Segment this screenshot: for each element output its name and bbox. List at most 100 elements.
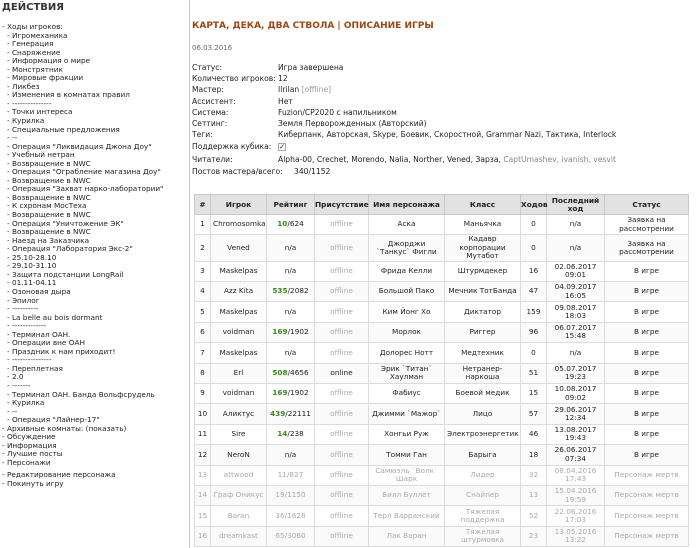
player-link[interactable]: voidman [210, 382, 267, 405]
sidebar-item[interactable]: - Терминал OAH. [2, 331, 187, 340]
sidebar-item[interactable]: - Эпилог [2, 297, 187, 306]
sidebar-item[interactable]: - --------------- [2, 356, 187, 365]
sidebar-item[interactable]: - Архивные комнаты: (показать) [2, 425, 187, 434]
sidebar-item[interactable]: - Операция "Лаборатория Экс-2" [2, 245, 187, 254]
sidebar-item[interactable]: - La belle au bois dormant [2, 314, 187, 323]
sidebar-item[interactable]: - 2.0 [2, 373, 187, 382]
sidebar-item[interactable]: - --------------- [2, 100, 187, 109]
table-row[interactable]: 11 Sire 14/238 offline Хонгьи Руж Электроэнер… [194, 423, 689, 446]
character-link[interactable]: Аска [368, 213, 445, 236]
col-player[interactable]: Игрок [210, 194, 267, 215]
player-link[interactable]: Vened [210, 234, 267, 262]
sidebar-item[interactable]: - Операция "Лайнер-17" [2, 416, 187, 425]
sidebar-item[interactable]: - Игромеханика [2, 32, 187, 41]
sidebar-item[interactable]: - К схронам МосТеха [2, 202, 187, 211]
sidebar-item[interactable]: - Праздник к нам приходит! [2, 348, 187, 357]
player-link[interactable]: Chromosomka [210, 213, 267, 236]
sidebar-item[interactable]: - Информация о мире [2, 57, 187, 66]
character-link[interactable]: Долорес Нотт [368, 342, 445, 364]
table-row[interactable]: 2 Vened n/a offline Джорджи `Танкус` Фигли Ка… [194, 234, 689, 262]
sidebar-item[interactable]: - Операции вне ОАН [2, 339, 187, 348]
table-row[interactable]: 10 Аликтус 439/22111 offline Джимми `Мажор` Л… [194, 403, 689, 425]
sidebar-item[interactable]: - Обсуждение [2, 433, 187, 442]
col-status[interactable]: Статус [604, 194, 689, 215]
sidebar-item[interactable]: - Наезд на Заказчика [2, 237, 187, 246]
sidebar-item[interactable]: - Операция "Ограбление магазина Доу" [2, 168, 187, 177]
player-link[interactable]: Sire [210, 423, 267, 446]
sidebar-item[interactable]: - ------------- [2, 322, 187, 331]
table-row[interactable]: 8 Erl 508/4656 online Эрик `Титан` Хаулман Не… [194, 362, 689, 384]
character-link[interactable]: Хонгьи Руж [368, 423, 445, 446]
character-link[interactable]: Томми Ган [368, 444, 445, 466]
character-link[interactable]: Ким Йонг Хо [368, 301, 445, 323]
character-link[interactable]: Джимми `Мажор` [368, 403, 445, 425]
sidebar-item[interactable]: - Редактирование персонажа [2, 471, 187, 480]
col-presence[interactable]: Присутствие [314, 194, 369, 215]
player-link[interactable]: Erl [210, 362, 267, 384]
player-link[interactable]: voidman [210, 321, 267, 344]
col-character[interactable]: Имя персонажа [368, 194, 445, 215]
character-link[interactable]: Эрик `Титан` Хаулман [368, 362, 445, 384]
sidebar-item[interactable]: - Специальные предложения [2, 126, 187, 135]
sidebar-item[interactable]: - Покинуть игру [2, 480, 187, 489]
table-row[interactable]: 13 attwood 11/827 offline Самюэль `Волк` Шар… [194, 464, 689, 486]
master-link[interactable]: Ilrilan [278, 84, 299, 95]
sidebar-item[interactable]: - Курилка [2, 117, 187, 126]
sidebar-item[interactable]: - -- [2, 134, 187, 143]
player-link[interactable]: Maskelpas [210, 342, 267, 364]
sidebar-item[interactable]: - Возвращение в NWC [2, 228, 187, 237]
col-last-move[interactable]: Последний ход [546, 194, 605, 215]
player-link[interactable]: Граф Оникус [210, 484, 267, 507]
sidebar-item[interactable]: - Персонажи [2, 459, 187, 468]
player-link[interactable]: Аликтус [210, 403, 267, 425]
player-link[interactable]: Maskelpas [210, 260, 267, 283]
sidebar-item[interactable]: - Возвращение в NWC [2, 177, 187, 186]
col-rating[interactable]: Рейтинг [266, 194, 315, 215]
sidebar-item[interactable]: - Защита подстанции LongRail [2, 271, 187, 280]
table-row[interactable]: 1 Chromosomka 10/624 offline Аска Маньячка 0 n/… [194, 213, 689, 236]
sidebar-item[interactable]: - 29.10-31.10 [2, 262, 187, 271]
character-link[interactable]: Фабиус [368, 382, 445, 405]
player-link[interactable]: Azz Kita [210, 280, 267, 303]
player-link[interactable]: attwood [210, 464, 267, 486]
table-row[interactable]: 12 NeroN n/a offline Томми Ган Барыга 18 26.06.… [194, 444, 689, 466]
character-link[interactable]: Билл Буллет [368, 484, 445, 507]
character-link[interactable]: Фрида Келли [368, 260, 445, 283]
sidebar-item[interactable]: - Операция "Ликвидация Джона Доу" [2, 143, 187, 152]
sidebar-item[interactable]: - Ликбез [2, 83, 187, 92]
sidebar-item[interactable]: - Учебный нетран [2, 151, 187, 160]
sidebar-item[interactable]: - Генерация [2, 40, 187, 49]
sidebar-item[interactable]: - Терминал OAH. Банда Вольфсрудель [2, 391, 187, 400]
sidebar-item[interactable]: - ---------- [2, 305, 187, 314]
sidebar-item[interactable]: - 01.11-04.11 [2, 279, 187, 288]
player-link[interactable]: NeroN [210, 444, 267, 466]
sidebar-item[interactable]: - ------- [2, 382, 187, 391]
table-row[interactable]: 7 Maskelpas n/a offline Долорес Нотт Медтехни… [194, 342, 689, 364]
sidebar-item[interactable]: - Лучшие посты [2, 450, 187, 459]
sidebar-item[interactable]: - Операция "Захват нарко-лаборатории" [2, 185, 187, 194]
table-row[interactable]: 3 Maskelpas n/a offline Фрида Келли Штурмдеке… [194, 260, 689, 283]
sidebar-item[interactable]: - Информация [2, 442, 187, 451]
sidebar-item[interactable]: - Возвращение в NWC [2, 211, 187, 220]
sidebar-item[interactable]: - Точки интереса [2, 108, 187, 117]
table-row[interactable]: 9 voidman 169/1902 offline Фабиус Боевой меди… [194, 382, 689, 405]
table-row[interactable]: 5 Maskelpas n/a offline Ким Йонг Хо Диктатор 1… [194, 301, 689, 323]
table-row[interactable]: 6 voidman 169/1902 offline Морлок Риггер 96 06.… [194, 321, 689, 344]
col-num[interactable]: # [194, 194, 211, 215]
sidebar-item[interactable]: - Операция "Уничтожение ЭК" [2, 220, 187, 229]
sidebar-item[interactable]: - Переплетная [2, 365, 187, 374]
character-link[interactable]: Лак Варан [368, 525, 445, 548]
col-class[interactable]: Класс [444, 194, 521, 215]
character-link[interactable]: Самюэль `Волк` Шарк [368, 464, 445, 486]
table-row[interactable]: 4 Azz Kita 535/2082 offline Большой Пако Мечн… [194, 280, 689, 303]
table-row[interactable]: 14 Граф Оникус 19/1150 offline Билл Буллет Сн… [194, 484, 689, 507]
sidebar-item[interactable]: - Изменения в комнатах правил [2, 91, 187, 100]
player-link[interactable]: Maskelpas [210, 301, 267, 323]
sidebar-item[interactable]: - Озоновая дыра [2, 288, 187, 297]
player-link[interactable]: Baran [210, 505, 267, 527]
sidebar-item[interactable]: - Мировые фракции [2, 74, 187, 83]
sidebar-item[interactable]: - Возвращение в NWC [2, 194, 187, 203]
character-link[interactable]: Большой Пако [368, 280, 445, 303]
sidebar-item[interactable]: - Возвращение в NWC [2, 160, 187, 169]
character-link[interactable]: Джорджи `Танкус` Фигли [368, 234, 445, 262]
